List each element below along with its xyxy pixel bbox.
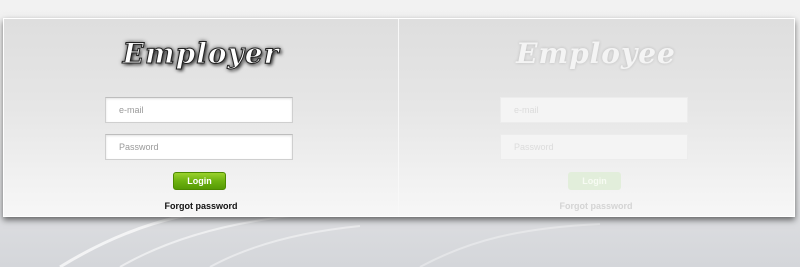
- employee-title: Employee: [516, 37, 676, 70]
- employer-panel[interactable]: Employer Login Forgot password: [4, 19, 398, 216]
- employer-email-input[interactable]: [105, 97, 293, 123]
- employer-password-input[interactable]: [105, 134, 293, 160]
- employee-forgot-password-link[interactable]: Forgot password: [399, 201, 793, 211]
- employee-password-input[interactable]: [500, 134, 688, 160]
- employer-login-button[interactable]: Login: [173, 172, 226, 190]
- login-container: Employer Login Forgot password Employee …: [3, 18, 795, 217]
- employer-title: Employer: [122, 37, 280, 71]
- employer-forgot-password-link[interactable]: Forgot password: [4, 201, 398, 211]
- employee-email-input[interactable]: [500, 97, 688, 123]
- employee-login-button[interactable]: Login: [568, 172, 621, 190]
- employee-panel[interactable]: Employee Login Forgot password: [398, 19, 793, 216]
